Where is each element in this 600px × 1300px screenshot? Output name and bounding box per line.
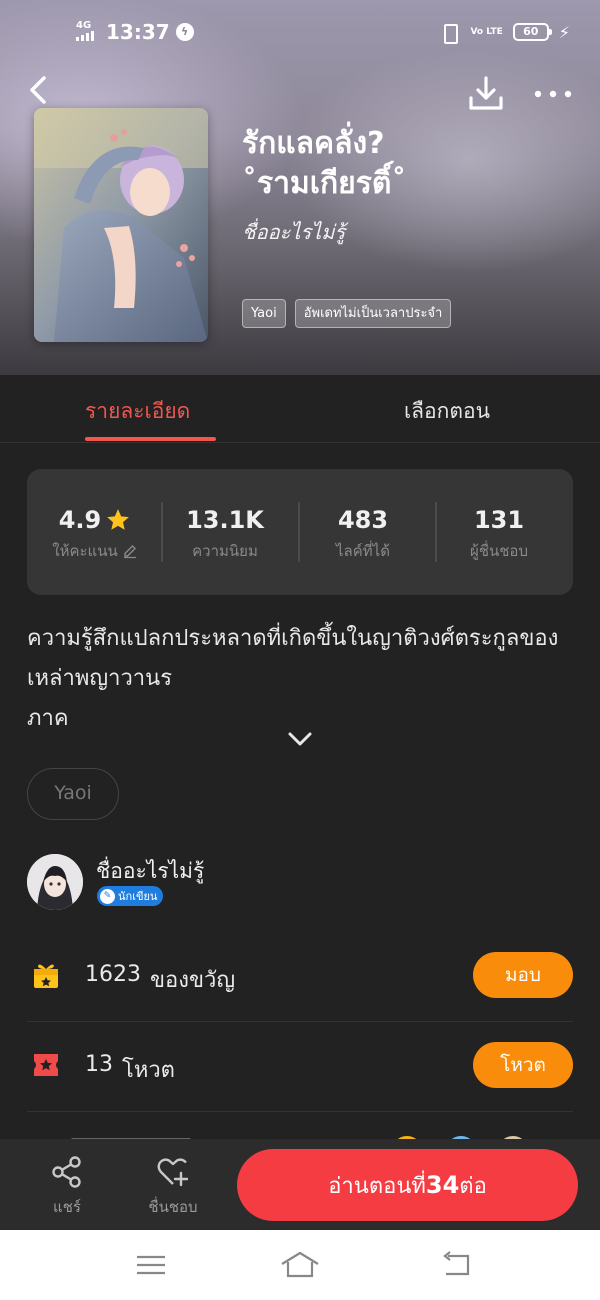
home-button[interactable] bbox=[280, 1250, 320, 1280]
likes-label: ไลค์ที่ได้ bbox=[336, 542, 390, 560]
gift-row: 1623 ของขวัญ มอบ bbox=[27, 932, 573, 1022]
synopsis: ความรู้สึกแปลกประหลาดที่เกิดขึ้นในญาติวง… bbox=[27, 619, 577, 739]
charging-icon: ⚡ bbox=[558, 22, 570, 42]
more-icon bbox=[534, 90, 572, 98]
tab-bar: รายละเอียด เลือกตอน bbox=[0, 375, 600, 443]
star-icon bbox=[107, 509, 130, 530]
novel-header: 4G 13:37 ϟ Vo LTE 60 ⚡ รักแลคลั่ง? ˚รามเ… bbox=[0, 0, 600, 375]
back-button[interactable] bbox=[22, 72, 56, 108]
clock: 13:37 bbox=[106, 20, 170, 44]
writer-icon: ✎ bbox=[100, 888, 115, 904]
heart-plus-icon bbox=[157, 1158, 189, 1187]
genre-chip[interactable]: Yaoi bbox=[27, 768, 119, 820]
download-button[interactable] bbox=[466, 74, 506, 114]
status-bar: 4G 13:37 ϟ Vo LTE 60 ⚡ bbox=[0, 0, 600, 66]
header-tags: Yaoi อัพเดทไม่เป็นเวลาประจำ bbox=[242, 299, 452, 328]
menu-icon bbox=[137, 1255, 165, 1275]
gift-label: ของขวัญ bbox=[150, 968, 236, 993]
tab-details[interactable]: รายละเอียด bbox=[85, 395, 190, 428]
expand-synopsis-button[interactable] bbox=[285, 728, 315, 750]
synopsis-line: ความรู้สึกแปลกประหลาดที่เกิดขึ้นในญาติวง… bbox=[27, 626, 559, 651]
share-button[interactable]: แชร์ bbox=[31, 1155, 103, 1219]
back-arrow-icon bbox=[30, 76, 46, 104]
active-tab-indicator bbox=[85, 437, 216, 441]
stat-rating[interactable]: 4.9 ให้คะแนน bbox=[27, 505, 163, 563]
more-options-button[interactable] bbox=[532, 80, 574, 108]
system-back-button[interactable] bbox=[438, 1250, 478, 1280]
status-left: 4G 13:37 ϟ bbox=[76, 20, 194, 44]
title-line-2: ˚รามเกียรติ์˚ bbox=[242, 166, 407, 201]
stat-popularity: 13.1K ความนิยม bbox=[157, 505, 293, 563]
writer-badge: ✎ นักเขียน bbox=[97, 886, 164, 906]
network-type: 4G bbox=[76, 19, 92, 31]
tag-genre[interactable]: Yaoi bbox=[242, 299, 286, 328]
messenger-icon: ϟ bbox=[175, 23, 194, 41]
gift-count: 1623 bbox=[85, 962, 141, 987]
give-gift-button[interactable]: มอบ bbox=[473, 952, 573, 998]
tab-episodes[interactable]: เลือกตอน bbox=[404, 395, 490, 428]
author-name[interactable]: ชื่ออะไรไม่รู้ bbox=[96, 855, 204, 888]
continue-reading-button[interactable]: อ่านตอนที่34ต่อ bbox=[237, 1149, 578, 1221]
read-suffix: ต่อ bbox=[459, 1174, 487, 1199]
popularity-value: 13.1K bbox=[186, 506, 264, 534]
chevron-down-icon bbox=[288, 732, 312, 746]
download-icon bbox=[469, 76, 503, 110]
share-icon bbox=[52, 1156, 81, 1188]
synopsis-line: เหล่าพญาวานร bbox=[27, 666, 173, 691]
recent-apps-button[interactable] bbox=[131, 1250, 171, 1280]
read-episode-number: 34 bbox=[425, 1171, 460, 1199]
avatar[interactable] bbox=[27, 854, 83, 910]
vote-row: 13 โหวต โหวต bbox=[27, 1022, 573, 1112]
favorite-button[interactable]: ชื่นชอบ bbox=[137, 1155, 209, 1219]
stat-favorites: 131 ผู้ชื่นชอบ bbox=[431, 505, 567, 563]
popularity-label: ความนิยม bbox=[192, 542, 258, 560]
status-right: Vo LTE 60 ⚡ bbox=[438, 22, 570, 44]
stat-likes: 483 ไลค์ที่ได้ bbox=[295, 505, 431, 563]
vote-button[interactable]: โหวต bbox=[473, 1042, 573, 1088]
vote-count-text: 13 โหวต bbox=[85, 1052, 175, 1087]
system-navigation-bar bbox=[0, 1230, 600, 1300]
bottom-action-bar: แชร์ ชื่นชอบ อ่านตอนที่34ต่อ bbox=[0, 1139, 600, 1230]
favorites-label: ผู้ชื่นชอบ bbox=[470, 542, 528, 560]
vote-label: โหวต bbox=[122, 1058, 175, 1083]
stats-card: 4.9 ให้คะแนน 13.1K ความนิยม 483 ไลค์ที่ไ… bbox=[27, 469, 573, 595]
rating-value: 4.9 bbox=[58, 506, 102, 534]
return-icon bbox=[443, 1251, 470, 1276]
signal-icon: 4G bbox=[76, 19, 100, 44]
battery-icon: 60 bbox=[512, 23, 552, 41]
vote-count: 13 bbox=[85, 1052, 113, 1077]
rating-label: ให้คะแนน bbox=[52, 542, 118, 560]
tag-update-schedule: อัพเดทไม่เป็นเวลาประจำ bbox=[294, 299, 452, 328]
favorites-value: 131 bbox=[473, 506, 525, 534]
writer-badge-label: นักเขียน bbox=[118, 890, 158, 903]
share-label: แชร์ bbox=[53, 1198, 81, 1216]
home-icon bbox=[281, 1251, 319, 1278]
cover-image bbox=[34, 108, 208, 342]
read-prefix: อ่านตอนที่ bbox=[328, 1174, 426, 1199]
vote-ticket-icon bbox=[34, 1054, 58, 1076]
likes-value: 483 bbox=[337, 506, 389, 534]
volte-indicator: Vo LTE bbox=[470, 26, 503, 37]
vibrate-icon bbox=[438, 22, 460, 44]
gift-count-text: 1623 ของขวัญ bbox=[85, 962, 235, 997]
edit-icon bbox=[123, 545, 136, 559]
header-author[interactable]: ชื่ออะไรไม่รู้ bbox=[242, 216, 345, 248]
novel-title: รักแลคลั่ง? ˚รามเกียรติ์˚ bbox=[242, 124, 582, 204]
favorite-label: ชื่นชอบ bbox=[148, 1198, 198, 1216]
gift-icon bbox=[34, 964, 58, 988]
title-line-1: รักแลคลั่ง? bbox=[242, 126, 385, 161]
